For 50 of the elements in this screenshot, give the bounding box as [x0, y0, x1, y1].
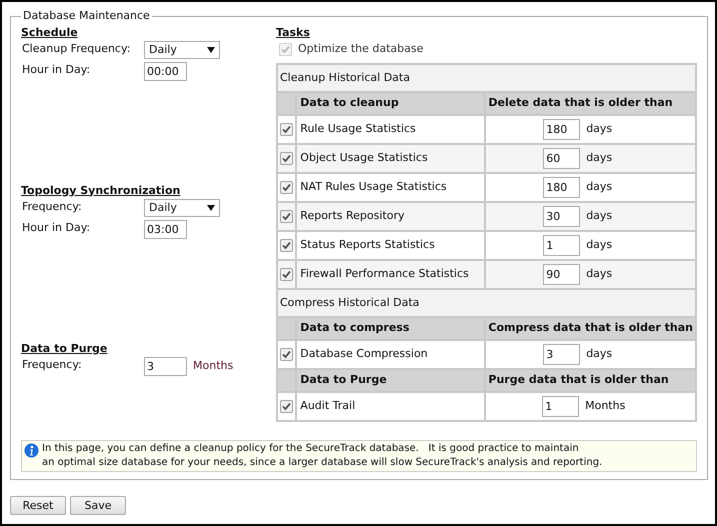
- table-cell: Audit Trail: [296, 392, 486, 421]
- checkbox[interactable]: [280, 238, 294, 252]
- action-button[interactable]: Save: [70, 496, 126, 515]
- unit-label: Months: [585, 398, 626, 414]
- checkbox[interactable]: [280, 152, 294, 165]
- unit-label: days: [586, 121, 614, 138]
- section-title: Tasks: [276, 24, 311, 40]
- input-field[interactable]: 03:00: [144, 220, 187, 239]
- section-title: Topology Synchronization: [21, 182, 182, 198]
- input-field[interactable]: 90: [543, 264, 580, 285]
- group-title: Cleanup Historical Data: [277, 64, 696, 92]
- caret-icon: [207, 47, 215, 53]
- group-title: Compress Historical Data: [277, 289, 696, 317]
- section-title: Data to Purge: [21, 340, 108, 356]
- input-field[interactable]: 180: [543, 119, 580, 140]
- action-button[interactable]: Reset: [10, 496, 66, 515]
- checkbox[interactable]: [280, 122, 294, 136]
- checkbox[interactable]: [280, 400, 294, 413]
- frequency-dropdown[interactable]: Daily: [144, 199, 220, 217]
- field-label: Frequency:: [22, 199, 83, 215]
- unit-label: days: [586, 150, 614, 166]
- fieldset-title: Database Maintenance: [22, 8, 151, 24]
- checkbox[interactable]: [280, 348, 294, 361]
- checkbox[interactable]: [280, 210, 294, 223]
- input-field[interactable]: 30: [543, 206, 580, 227]
- unit-label: days: [586, 266, 614, 282]
- input-field[interactable]: 1: [542, 396, 580, 417]
- info-text: In this page, you can define a cleanup policy for the SecureTrack database. It is good practice to maintain an optimal size database for your needs, since a larger database will slow SecureTrack's analysis and reporting.: [42, 442, 602, 470]
- input-field[interactable]: 00:00: [144, 62, 187, 81]
- field-label: Frequency:: [22, 357, 83, 373]
- unit-label: days: [586, 346, 614, 362]
- checkbox-label: Optimize the database: [298, 40, 424, 57]
- unit-label: days: [586, 208, 614, 224]
- input-field[interactable]: 60: [543, 148, 580, 169]
- input-field[interactable]: 1: [543, 235, 580, 256]
- unit-label: days: [586, 237, 614, 254]
- unit-label: Months: [193, 358, 234, 374]
- field-label: Hour in Day:: [22, 220, 92, 236]
- caret-icon: [207, 205, 215, 211]
- checkbox[interactable]: [280, 268, 294, 281]
- unit-label: days: [586, 179, 614, 196]
- checkbox[interactable]: [280, 180, 294, 194]
- input-field[interactable]: 3: [543, 344, 580, 365]
- input-field[interactable]: 3: [144, 357, 187, 376]
- section-title: Schedule: [21, 24, 79, 40]
- frequency-dropdown[interactable]: Daily: [144, 41, 220, 59]
- field-label: Cleanup Frequency:: [22, 41, 132, 57]
- input-field[interactable]: 180: [543, 177, 580, 198]
- field-label: Hour in Day:: [22, 62, 92, 78]
- info-icon: [24, 443, 39, 458]
